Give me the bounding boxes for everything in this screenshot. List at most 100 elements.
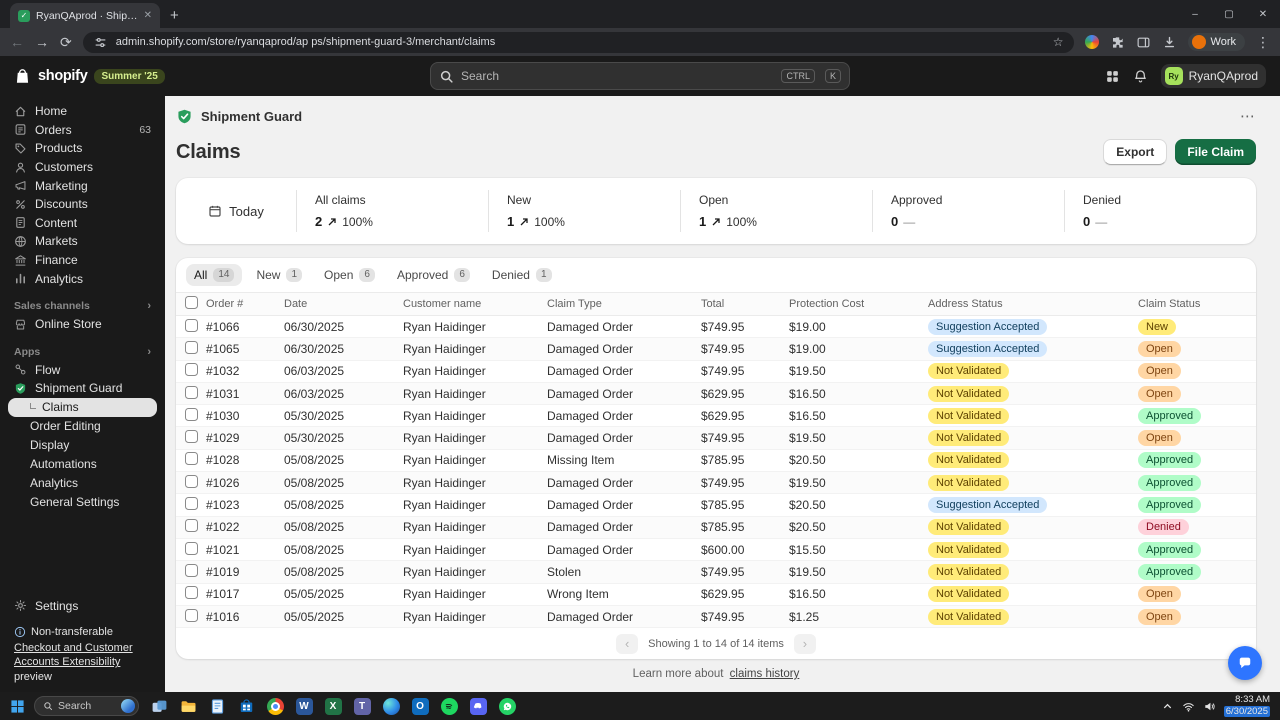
- row-checkbox[interactable]: [185, 608, 198, 622]
- row-checkbox[interactable]: [185, 586, 198, 600]
- downloads-icon[interactable]: [1162, 35, 1177, 50]
- admin-apps-grid-icon[interactable]: [1105, 69, 1120, 84]
- stat-open[interactable]: Open 1 100%: [681, 193, 872, 229]
- sidebar-item-automations[interactable]: Automations: [8, 455, 157, 474]
- wifi-icon[interactable]: [1182, 700, 1195, 713]
- tab-denied[interactable]: Denied 1: [484, 264, 560, 286]
- sidebar-item-analytics[interactable]: Analytics: [8, 474, 157, 493]
- sidebar-item-claims[interactable]: Claims: [8, 397, 157, 417]
- sidebar-item-discounts[interactable]: Discounts: [8, 195, 157, 214]
- stat-new[interactable]: New 1 100%: [489, 193, 680, 229]
- taskbar-chrome-icon[interactable]: [264, 695, 286, 717]
- edition-badge[interactable]: Summer '25: [94, 68, 165, 84]
- row-checkbox[interactable]: [185, 497, 198, 511]
- browser-menu-icon[interactable]: ⋮: [1256, 35, 1270, 49]
- row-checkbox[interactable]: [185, 430, 198, 444]
- bookmark-star-icon[interactable]: ☆: [1053, 35, 1064, 49]
- sales-channels-section-header[interactable]: Sales channels ›: [0, 297, 165, 315]
- tab-close-icon[interactable]: ✕: [144, 10, 152, 21]
- claims-history-link[interactable]: claims history: [730, 668, 800, 680]
- tab-new[interactable]: New 1: [248, 264, 310, 286]
- sidebar-item-settings[interactable]: Settings: [8, 596, 157, 615]
- notifications-bell-icon[interactable]: [1133, 69, 1148, 84]
- window-minimize-button[interactable]: –: [1178, 0, 1212, 28]
- sidebar-item-home[interactable]: Home: [8, 102, 157, 121]
- row-checkbox[interactable]: [185, 385, 198, 399]
- sidebar-item-display[interactable]: Display: [8, 436, 157, 455]
- sidebar-item-marketing[interactable]: Marketing: [8, 176, 157, 195]
- taskbar-microsoft-store-icon[interactable]: [235, 695, 257, 717]
- tab-all[interactable]: All 14: [186, 264, 243, 286]
- export-button[interactable]: Export: [1103, 139, 1168, 165]
- sidebar-item-order-editing[interactable]: Order Editing: [8, 417, 157, 436]
- row-checkbox[interactable]: [185, 363, 198, 377]
- taskbar-search-input[interactable]: Search: [34, 696, 139, 716]
- tab-approved[interactable]: Approved 6: [389, 264, 478, 286]
- back-button[interactable]: ←: [10, 35, 24, 49]
- taskbar-notepad-icon[interactable]: [206, 695, 228, 717]
- row-checkbox[interactable]: [185, 452, 198, 466]
- table-row[interactable]: #1019 05/08/2025 Ryan Haidinger Stolen $749.…: [176, 561, 1256, 584]
- sidebar-item-analytics[interactable]: Analytics: [8, 269, 157, 288]
- sidebar-item-finance[interactable]: Finance: [8, 251, 157, 270]
- table-row[interactable]: #1031 06/03/2025 Ryan Haidinger Damaged Ord…: [176, 382, 1256, 406]
- sidebar-item-orders[interactable]: Orders 63: [8, 121, 157, 140]
- stat-all-claims[interactable]: All claims 2 100%: [297, 193, 488, 229]
- extension-icon[interactable]: [1084, 35, 1099, 49]
- apps-section-header[interactable]: Apps ›: [0, 343, 165, 361]
- start-button-icon[interactable]: [10, 699, 25, 714]
- refresh-button[interactable]: ⟳: [60, 35, 72, 49]
- taskbar-outlook-icon[interactable]: O: [409, 695, 431, 717]
- sidebar-item-general-settings[interactable]: General Settings: [8, 493, 157, 512]
- chat-launcher-button[interactable]: [1228, 646, 1262, 680]
- taskbar-discord-icon[interactable]: [467, 695, 489, 717]
- row-checkbox[interactable]: [185, 563, 198, 577]
- table-row[interactable]: #1032 06/03/2025 Ryan Haidinger Damaged Ord…: [176, 361, 1256, 383]
- row-checkbox[interactable]: [185, 519, 198, 533]
- sidebar-item-markets[interactable]: Markets: [8, 232, 157, 251]
- taskbar-spotify-icon[interactable]: [438, 695, 460, 717]
- row-checkbox[interactable]: [185, 340, 198, 354]
- taskbar-word-icon[interactable]: W: [293, 695, 315, 717]
- more-actions-icon[interactable]: ⋯: [1240, 107, 1256, 125]
- stat-approved[interactable]: Approved 0—: [873, 193, 1064, 229]
- taskbar-task-view-icon[interactable]: [148, 695, 170, 717]
- taskbar-excel-icon[interactable]: X: [322, 695, 344, 717]
- sidebar-item-flow[interactable]: Flow: [8, 361, 157, 380]
- table-row[interactable]: #1029 05/30/2025 Ryan Haidinger Damaged Ord…: [176, 427, 1256, 450]
- table-row[interactable]: #1023 05/08/2025 Ryan Haidinger Damaged Ord…: [176, 494, 1256, 517]
- sidebar-item-content[interactable]: Content: [8, 214, 157, 233]
- side-panel-icon[interactable]: [1136, 35, 1151, 50]
- table-row[interactable]: #1066 06/30/2025 Ryan Haidinger Damaged Ord…: [176, 316, 1256, 339]
- taskbar-clock[interactable]: 8:33 AM 6/30/2025: [1223, 694, 1270, 718]
- browser-tab[interactable]: ✓ RyanQAprod · Shipment Guard ✕: [10, 3, 160, 28]
- row-checkbox[interactable]: [185, 407, 198, 421]
- taskbar-file-explorer-icon[interactable]: [177, 695, 199, 717]
- sidebar-item-customers[interactable]: Customers: [8, 158, 157, 177]
- new-tab-button[interactable]: +: [170, 7, 179, 24]
- window-close-button[interactable]: ✕: [1246, 0, 1280, 28]
- prev-page-button[interactable]: ‹: [616, 633, 639, 654]
- extensions-puzzle-icon[interactable]: [1110, 35, 1125, 50]
- table-row[interactable]: #1028 05/08/2025 Ryan Haidinger Missing Ite…: [176, 450, 1256, 473]
- row-checkbox[interactable]: [185, 541, 198, 555]
- table-row[interactable]: #1030 05/30/2025 Ryan Haidinger Damaged Ord…: [176, 405, 1256, 428]
- table-row[interactable]: #1022 05/08/2025 Ryan Haidinger Damaged Ord…: [176, 516, 1256, 539]
- sidebar-item-shipment-guard[interactable]: Shipment Guard: [8, 379, 157, 398]
- store-profile-button[interactable]: Ry RyanQAprod: [1160, 64, 1266, 88]
- next-page-button[interactable]: ›: [793, 633, 816, 654]
- url-bar[interactable]: admin.shopify.com/store/ryanqaprod/ap ps…: [82, 31, 1074, 53]
- volume-icon[interactable]: [1203, 700, 1216, 713]
- row-checkbox[interactable]: [185, 474, 198, 488]
- window-maximize-button[interactable]: ▢: [1212, 0, 1246, 28]
- select-all-checkbox[interactable]: [185, 296, 198, 309]
- file-claim-button[interactable]: File Claim: [1175, 139, 1256, 165]
- notice-link[interactable]: Checkout and Customer Accounts Extensibi…: [14, 642, 133, 668]
- forward-button[interactable]: →: [35, 35, 49, 49]
- row-checkbox[interactable]: [185, 318, 198, 332]
- sidebar-item-products[interactable]: Products: [8, 139, 157, 158]
- browser-profile-chip[interactable]: Work: [1187, 33, 1245, 51]
- date-filter-button[interactable]: Today: [176, 204, 296, 219]
- global-search-input[interactable]: Search CTRL K: [430, 62, 850, 90]
- shopify-logo-icon[interactable]: [14, 68, 31, 85]
